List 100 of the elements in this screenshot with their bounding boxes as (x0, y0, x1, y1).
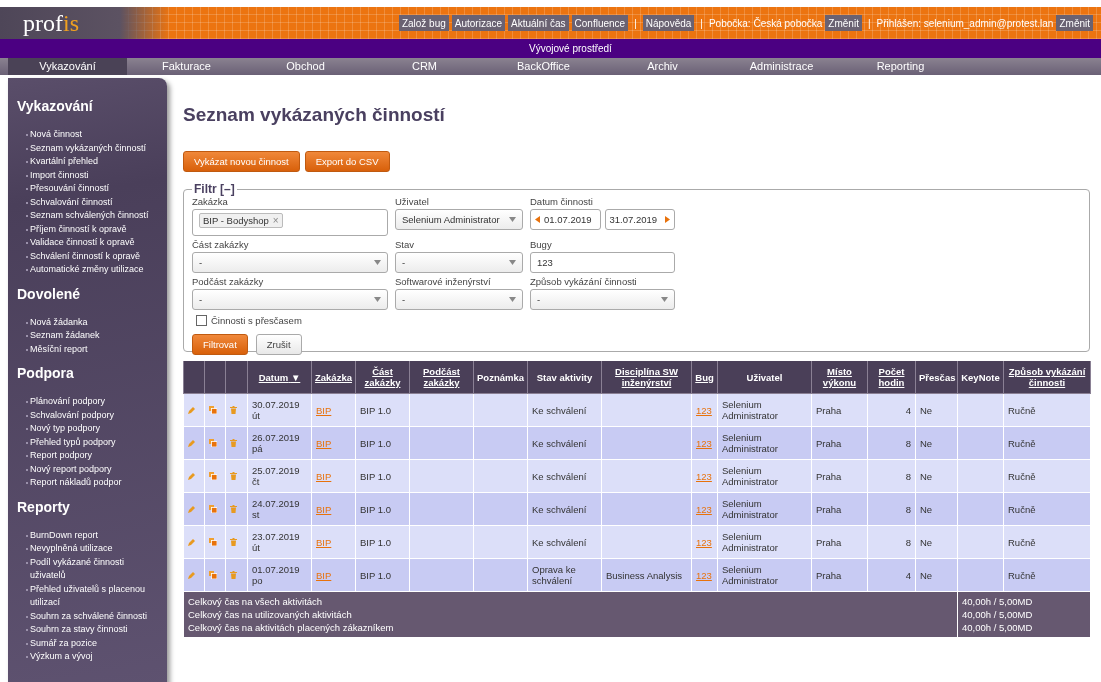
column-header: Přesčas (915, 361, 958, 394)
copy-icon[interactable] (209, 405, 217, 414)
sidebar-link[interactable]: Seznam schválených činností (8, 209, 162, 223)
trash-icon[interactable] (230, 405, 237, 414)
column-header: Uživatel (717, 361, 812, 394)
header-button[interactable]: Aktuální čas (508, 15, 569, 31)
pencil-icon[interactable] (188, 406, 195, 414)
sidebar-link[interactable]: Automatické změny utilizace (8, 263, 162, 277)
nav-tab[interactable]: Archiv (603, 58, 722, 75)
checkbox[interactable] (196, 315, 207, 326)
field-label: Stav (395, 239, 415, 250)
nav-tab[interactable]: BackOffice (484, 58, 603, 75)
nav-tab[interactable]: Obchod (246, 58, 365, 75)
pencil-icon[interactable] (188, 505, 195, 513)
nav-tab[interactable]: Vykazování (8, 58, 127, 75)
sidebar-link[interactable]: Sumář za pozice (8, 636, 162, 650)
select-field[interactable]: - (192, 252, 388, 273)
table-cell: 24.07.2019 st (247, 492, 312, 526)
nav-tab[interactable]: CRM (365, 58, 484, 75)
sidebar-link[interactable]: Nevyplněná utilizace (8, 542, 162, 556)
sidebar-link[interactable]: Import činnosti (8, 168, 162, 182)
token-field[interactable]: BIP - Bodyshop × (192, 209, 388, 236)
select-field[interactable]: - (530, 289, 675, 310)
page-title: Seznam vykázaných činností (183, 104, 446, 126)
sidebar-link[interactable]: Přehled uživatelů s placenou utilizací (8, 582, 162, 610)
filter-legend[interactable]: Filtr [–] (192, 182, 237, 196)
table-cell: Selenium Administrator (717, 558, 812, 592)
sidebar-link[interactable]: Report podpory (8, 449, 162, 463)
select-field[interactable]: - (395, 252, 523, 273)
nav-tab[interactable]: Fakturace (127, 58, 246, 75)
summary-value: 40,00h / 5,00MD (962, 595, 1034, 608)
date-field[interactable]: 01.07.2019 (530, 209, 601, 230)
copy-icon[interactable] (209, 537, 217, 546)
pencil-icon[interactable] (188, 439, 195, 447)
sidebar-link[interactable]: Nový typ podpory (8, 422, 162, 436)
table-cell: Praha (811, 525, 868, 559)
table-cell: Ke schválení (527, 459, 602, 493)
sidebar-link[interactable]: Plánování podpory (8, 395, 162, 409)
trash-icon[interactable] (230, 471, 237, 480)
select-field[interactable]: - (395, 289, 523, 310)
summary-value: 40,00h / 5,00MD (962, 621, 1034, 634)
filter-button[interactable]: Zrušit (255, 334, 302, 355)
select-field[interactable]: Selenium Administrator (395, 209, 523, 230)
summary-label: Celkový čas na aktivitách placených zákazníkem (188, 621, 395, 634)
next-icon[interactable] (665, 216, 670, 223)
sidebar-link[interactable]: Příjem činností k opravě (8, 222, 162, 236)
pencil-icon[interactable] (188, 571, 195, 579)
select-field[interactable]: - (192, 289, 388, 310)
caret-icon (374, 260, 381, 265)
trash-icon[interactable] (230, 570, 237, 579)
sidebar-link[interactable]: BurnDown report (8, 528, 162, 542)
nav-tab[interactable]: Administrace (722, 58, 841, 75)
table-cell: 8 (867, 459, 916, 493)
header-button[interactable]: Založ bug (398, 15, 449, 31)
date-field[interactable]: 31.07.2019 (604, 209, 675, 230)
nav-tab[interactable]: Reporting (841, 58, 960, 75)
sidebar-link[interactable]: Podíl vykázané činnosti uživatelů (8, 555, 162, 583)
copy-icon[interactable] (209, 438, 217, 447)
sidebar-link[interactable]: Výzkum a vývoj (8, 650, 162, 664)
sidebar-link[interactable]: Validace činností k opravě (8, 236, 162, 250)
table-cell: Ke schválení (527, 492, 602, 526)
table-cell: 25.07.2019 čt (247, 459, 312, 493)
separator-text: | (866, 17, 872, 29)
sidebar-link[interactable]: Nový report podpory (8, 462, 162, 476)
sidebar-link[interactable]: Přehled typů podpory (8, 435, 162, 449)
sidebar-link[interactable]: Nová činnost (8, 128, 162, 142)
sidebar-link[interactable]: Schvalování činností (8, 195, 162, 209)
sidebar-link[interactable]: Schválení činností k opravě (8, 249, 162, 263)
sidebar-link[interactable]: Souhrn za stavy činnosti (8, 623, 162, 637)
sidebar-link[interactable]: Kvartální přehled (8, 155, 162, 169)
header-button[interactable]: Nápověda (642, 15, 695, 31)
sidebar-link[interactable]: Report nákladů podpor (8, 476, 162, 490)
previous-icon[interactable] (535, 216, 540, 223)
caret-icon (661, 297, 668, 302)
copy-icon[interactable] (209, 471, 217, 480)
header-button[interactable]: Změnit (825, 15, 862, 31)
header-button[interactable]: Confluence (571, 15, 629, 31)
sidebar-link[interactable]: Nová žádanka (8, 315, 162, 329)
table-cell: 8 (867, 426, 916, 460)
header-button[interactable]: Autorizace (451, 15, 506, 31)
sidebar-link[interactable]: Seznam vykázaných činností (8, 141, 162, 155)
pencil-icon[interactable] (188, 538, 195, 546)
column-header: KeyNote (957, 361, 1004, 394)
table-cell: Selenium Administrator (717, 492, 812, 526)
copy-icon[interactable] (209, 504, 217, 513)
caret-icon (509, 297, 516, 302)
sidebar-link[interactable]: Souhrn za schválené činnosti (8, 609, 162, 623)
copy-icon[interactable] (209, 570, 217, 579)
trash-icon[interactable] (230, 504, 237, 513)
trash-icon[interactable] (230, 438, 237, 447)
sidebar-link[interactable]: Měsíční report (8, 342, 162, 356)
sidebar-link[interactable]: Seznam žádanek (8, 329, 162, 343)
caret-icon (374, 297, 381, 302)
trash-icon[interactable] (230, 537, 237, 546)
sidebar-link[interactable]: Schvalování podpory (8, 408, 162, 422)
input-field[interactable]: 123 (530, 252, 675, 273)
header-button[interactable]: Změnit (1056, 15, 1093, 31)
table-cell: Ručně (1003, 426, 1091, 460)
sidebar-link[interactable]: Přesouvání činností (8, 182, 162, 196)
pencil-icon[interactable] (188, 472, 195, 480)
